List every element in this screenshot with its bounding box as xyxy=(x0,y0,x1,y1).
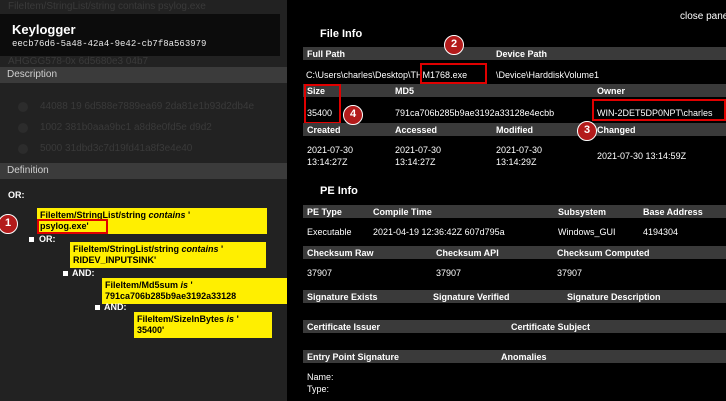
accessed-date: 2021-07-30 xyxy=(395,145,442,155)
annotation-badge: 2 xyxy=(444,35,464,55)
condition-ridev[interactable]: FileItem/StringList/string contains ' RI… xyxy=(70,242,266,268)
ghost-text: AHGGG578-0x 6d5680e3 04b7 xyxy=(8,56,149,67)
annotation-badge: 3 xyxy=(577,121,597,141)
highlight-outline xyxy=(304,84,341,124)
info-icon xyxy=(18,123,28,133)
pe-info-title: PE Info xyxy=(320,185,358,197)
condition-value: 35400 xyxy=(137,325,163,335)
compile-time-label: Compile Time xyxy=(373,207,432,217)
condition-operator: contains xyxy=(148,210,186,220)
device-path-label: Device Path xyxy=(496,49,548,59)
condition-operator: is xyxy=(226,314,235,324)
checksum-raw-value: 37907 xyxy=(307,268,333,278)
highlight-outline xyxy=(420,63,487,84)
subsystem-value: Windows_GUI xyxy=(558,227,616,237)
md5-value: 791ca706b285b9ae3192a33128e4ecbb xyxy=(395,108,555,118)
base-address-label: Base Address xyxy=(643,207,703,217)
annotation-badge: 4 xyxy=(343,105,363,125)
base-address-value: 4194304 xyxy=(643,227,679,237)
definition-section-header[interactable]: Definition xyxy=(0,163,287,179)
entry-point-signature-label: Entry Point Signature xyxy=(307,352,400,362)
created-time: 13:14:27Z xyxy=(307,157,348,167)
device-path-value: \Device\HarddiskVolume1 xyxy=(496,70,600,80)
signature-exists-label: Signature Exists xyxy=(307,292,378,302)
header-row xyxy=(303,84,726,97)
ghost-row: 1002 381b0aaa9bc1 a8d8e0fd5e d9d2 xyxy=(40,122,212,133)
compile-time-value: 2021-04-19 12:36:42Z 607d795a xyxy=(373,227,505,237)
checksum-raw-label: Checksum Raw xyxy=(307,248,374,258)
ghost-text: FileItem/StringList/string contains psyl… xyxy=(8,1,206,12)
changed-value: 2021-07-30 13:14:59Z xyxy=(597,151,687,161)
or-operator: OR: xyxy=(8,190,25,200)
file-info-title: File Info xyxy=(320,28,363,40)
name-label: Name: xyxy=(307,372,334,382)
modified-label: Modified xyxy=(496,125,533,135)
certificate-subject-label: Certificate Subject xyxy=(511,322,591,332)
accessed-label: Accessed xyxy=(395,125,438,135)
and-operator: AND: xyxy=(72,268,95,278)
pe-type-label: PE Type xyxy=(307,207,342,217)
ghost-row: 44088 19 6d588e7889ea69 2da81e1b93d2db4e xyxy=(40,101,255,112)
tree-node-icon xyxy=(95,305,100,310)
indicator-title: Keylogger xyxy=(12,22,76,37)
changed-label: Changed xyxy=(597,125,636,135)
tree-node-icon xyxy=(63,271,68,276)
type-label: Type: xyxy=(307,384,330,394)
tree-node-icon xyxy=(29,237,34,242)
indicator-guid: eecb76d6-5a48-42a4-9e42-cb7f8a563979 xyxy=(12,39,207,49)
checksum-api-label: Checksum API xyxy=(436,248,499,258)
or-operator: OR: xyxy=(39,234,56,244)
modified-date: 2021-07-30 xyxy=(496,145,543,155)
checksum-api-value: 37907 xyxy=(436,268,462,278)
checksum-computed-value: 37907 xyxy=(557,268,583,278)
checksum-computed-label: Checksum Computed xyxy=(557,248,650,258)
left-panel: FileItem/StringList/string contains psyl… xyxy=(0,0,287,401)
created-label: Created xyxy=(307,125,341,135)
condition-term: FileItem/StringList/string xyxy=(73,244,180,254)
description-section-header[interactable]: Description xyxy=(0,67,287,83)
condition-term: FileItem/SizeInBytes xyxy=(137,314,225,324)
modified-time: 13:14:29Z xyxy=(496,157,537,167)
certificate-issuer-label: Certificate Issuer xyxy=(307,322,381,332)
created-date: 2021-07-30 xyxy=(307,145,354,155)
signature-verified-label: Signature Verified xyxy=(433,292,510,302)
pe-type-value: Executable xyxy=(307,227,352,237)
condition-operator: is xyxy=(180,280,189,290)
highlight-outline xyxy=(592,99,726,121)
condition-md5[interactable]: FileItem/Md5sum is ' 791ca706b285b9ae319… xyxy=(102,278,287,304)
md5-label: MD5 xyxy=(395,86,415,96)
and-operator: AND: xyxy=(104,302,127,312)
highlight-outline xyxy=(37,219,108,234)
condition-value: RIDEV_INPUTSINK xyxy=(73,255,155,265)
signature-description-label: Signature Description xyxy=(567,292,661,302)
condition-operator: contains xyxy=(181,244,219,254)
subsystem-label: Subsystem xyxy=(558,207,607,217)
owner-label: Owner xyxy=(597,86,626,96)
full-path-prefix: C:\Users\charles\Desktop\ xyxy=(306,70,411,80)
full-path-label: Full Path xyxy=(307,49,345,59)
condition-size[interactable]: FileItem/SizeInBytes is ' 35400' xyxy=(134,312,272,338)
info-icon xyxy=(18,144,28,154)
anomalies-label: Anomalies xyxy=(501,352,547,362)
detail-pane: close pane File Info Full Path Device Pa… xyxy=(287,0,726,401)
accessed-time: 13:14:27Z xyxy=(395,157,436,167)
condition-value: 791ca706b285b9ae3192a33128 xyxy=(105,291,237,301)
info-icon xyxy=(18,102,28,112)
ghost-row: 5000 31dbd3c7d19fd41a8f3e4e40 xyxy=(40,143,193,154)
condition-term: FileItem/Md5sum xyxy=(105,280,179,290)
close-pane-link[interactable]: close pane xyxy=(680,11,726,22)
